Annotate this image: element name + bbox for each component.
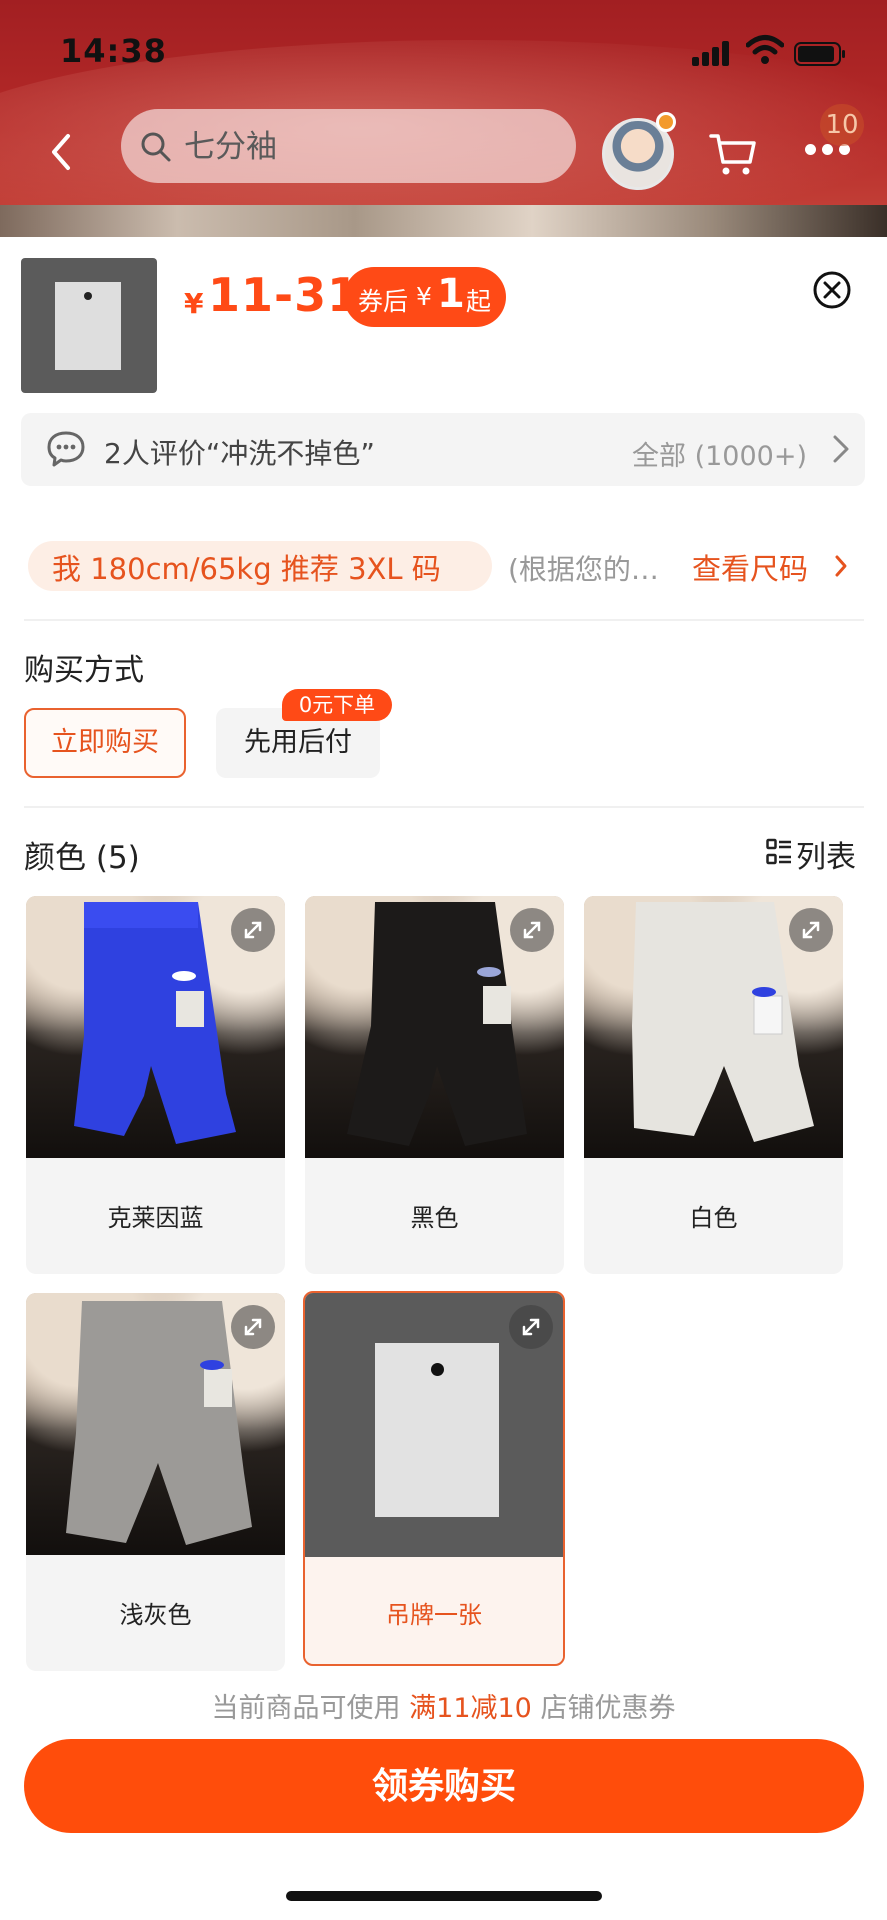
list-view-toggle[interactable]: 列表 [766,832,866,875]
coupon-currency: ¥ [416,282,432,311]
list-view-label: 列表 [796,840,856,875]
review-all-link[interactable]: 全部 (1000+) [632,434,807,473]
product-thumbnail[interactable] [21,258,157,393]
cellular-signal-icon [692,40,732,66]
home-indicator [286,1891,602,1901]
comment-icon [47,431,85,467]
size-note: (根据您的… [508,553,659,586]
expand-icon[interactable] [231,908,275,952]
expand-icon[interactable] [509,1305,553,1349]
more-menu-icon[interactable] [805,144,851,158]
coupon-price-pill: 券后 ¥ 1 起 [344,267,506,327]
product-banner-peek [0,205,887,237]
coupon-notice-suffix: 店铺优惠券 [540,1693,676,1724]
back-button[interactable] [40,122,80,182]
battery-icon [794,42,845,66]
chevron-right-icon [833,435,849,463]
status-time: 14:38 [60,32,167,70]
shorts-shape [66,1301,252,1545]
search-input[interactable] [182,118,556,176]
color-option-black[interactable]: 黑色 [305,896,564,1274]
divider [24,806,864,808]
price-range: 11-31 [208,268,361,322]
color-option-white[interactable]: 白色 [584,896,843,1274]
coupon-notice-prefix: 当前商品可使用 [211,1693,401,1724]
expand-icon[interactable] [231,1305,275,1349]
size-recommendation-text: 我 180cm/65kg 推荐 3XL 码 [52,552,441,586]
color-option-light-grey[interactable]: 浅灰色 [26,1293,285,1671]
zero-order-badge: 0元下单 [282,689,392,721]
notification-badge: 10 [820,104,864,146]
color-option-label: 黑色 [410,1204,459,1232]
color-option-klein-blue[interactable]: 克莱因蓝 [26,896,285,1274]
size-chart-link[interactable]: 查看尺码 [692,546,808,588]
expand-icon[interactable] [510,908,554,952]
hang-tag-shape [375,1343,499,1517]
price-currency: ¥ [184,287,204,320]
color-option-label: 吊牌一张 [386,1601,482,1629]
shorts-shape [74,902,236,1144]
purchase-method-title: 购买方式 [24,653,144,688]
list-icon [766,838,791,865]
search-icon [141,132,171,162]
close-icon[interactable] [812,270,852,310]
buy-now-option[interactable]: 立即购买 [24,708,186,778]
color-option-hang-tag[interactable]: 吊牌一张 [303,1291,565,1666]
coupon-prefix: 券后 [358,287,409,316]
color-option-label: 白色 [689,1204,738,1232]
store-coupon-notice: 当前商品可使用 满11减10 店铺优惠券 [0,1686,887,1725]
expand-icon[interactable] [789,908,833,952]
get-coupon-buy-button[interactable]: 领券购买 [24,1739,864,1833]
color-option-label: 克莱因蓝 [107,1204,204,1232]
coupon-amount: 1 [437,271,465,317]
coupon-suffix: 起 [466,287,492,316]
divider [24,619,864,621]
coupon-notice-highlight: 满11减10 [409,1693,532,1724]
wifi-icon [746,35,784,64]
color-option-label: 浅灰色 [119,1601,192,1629]
cart-icon[interactable] [708,128,758,178]
color-section-title: 颜色 (5) [24,840,140,876]
shorts-shape [632,902,814,1142]
review-summary-text: 2人评价“冲洗不掉色” [104,437,375,470]
chevron-right-icon [835,555,847,577]
avatar-status-dot [656,112,676,132]
